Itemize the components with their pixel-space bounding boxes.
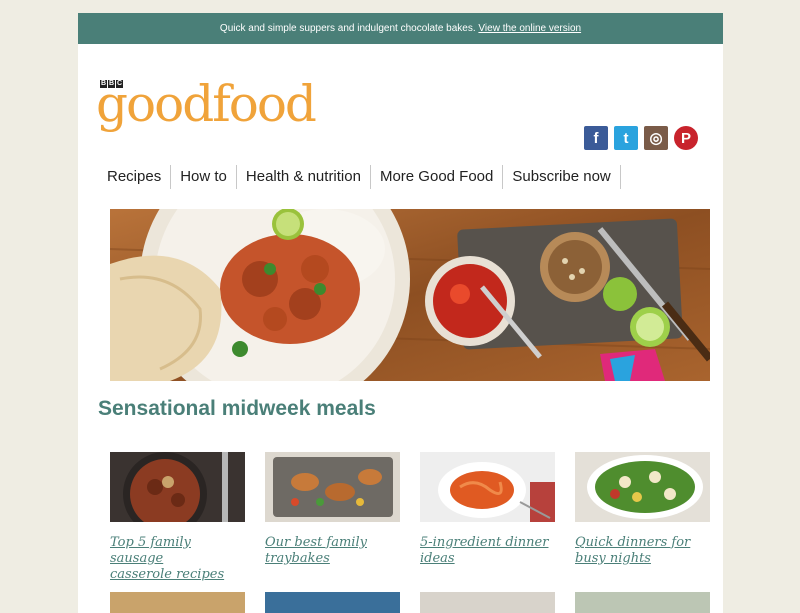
hero-image[interactable] — [110, 209, 710, 381]
facebook-icon[interactable]: f — [584, 126, 608, 150]
nav-subscribe-now[interactable]: Subscribe now — [503, 165, 621, 189]
card-link-line[interactable]: traybakes — [265, 551, 330, 566]
card-link[interactable]: Quick dinners for busy nights — [575, 535, 710, 567]
card-link-line[interactable]: Our best family — [265, 535, 367, 550]
card-link-line[interactable]: 5-ingredient dinner — [420, 535, 548, 550]
card-sausage-casserole[interactable]: Top 5 family sausage casserole recipes — [110, 452, 245, 583]
card-link[interactable]: Top 5 family sausage casserole recipes — [110, 535, 245, 583]
pinterest-icon[interactable]: P — [674, 126, 698, 150]
next-card-image[interactable] — [265, 592, 400, 613]
nav-how-to[interactable]: How to — [171, 165, 237, 189]
nav-more-good-food[interactable]: More Good Food — [371, 165, 504, 189]
card-image[interactable] — [110, 452, 245, 522]
next-card-image[interactable] — [575, 592, 710, 613]
card-link[interactable]: Our best family traybakes — [265, 535, 400, 567]
card-5-ingredient[interactable]: 5-ingredient dinner ideas — [420, 452, 555, 567]
nav-recipes[interactable]: Recipes — [100, 165, 172, 189]
banner-text: Quick and simple suppers and indulgent c… — [219, 23, 476, 34]
card-image[interactable] — [265, 452, 400, 522]
nav-health-nutrition[interactable]: Health & nutrition — [237, 165, 371, 189]
card-link-line[interactable]: casserole recipes — [110, 567, 224, 582]
next-card-image[interactable] — [110, 592, 245, 613]
social-links: f t ◎ P — [584, 126, 698, 150]
email-container: Quick and simple suppers and indulgent c… — [78, 13, 723, 613]
twitter-icon[interactable]: t — [614, 126, 638, 150]
card-link[interactable]: 5-ingredient dinner ideas — [420, 535, 555, 567]
main-nav: Recipes How to Health & nutrition More G… — [100, 165, 621, 189]
instagram-icon[interactable]: ◎ — [644, 126, 668, 150]
card-image[interactable] — [420, 452, 555, 522]
card-image[interactable] — [575, 452, 710, 522]
card-link-line[interactable]: busy nights — [575, 551, 651, 566]
top-banner: Quick and simple suppers and indulgent c… — [78, 13, 723, 44]
section-title: Sensational midweek meals — [98, 397, 376, 420]
next-card-image[interactable] — [420, 592, 555, 613]
goodfood-logo[interactable]: goodfood — [96, 69, 317, 139]
card-link-line[interactable]: ideas — [420, 551, 455, 566]
view-online-link[interactable]: View the online version — [478, 23, 581, 34]
card-family-traybakes[interactable]: Our best family traybakes — [265, 452, 400, 567]
card-quick-dinners[interactable]: Quick dinners for busy nights — [575, 452, 710, 567]
card-link-line[interactable]: Top 5 family sausage — [110, 535, 191, 566]
card-link-line[interactable]: Quick dinners for — [575, 535, 690, 550]
